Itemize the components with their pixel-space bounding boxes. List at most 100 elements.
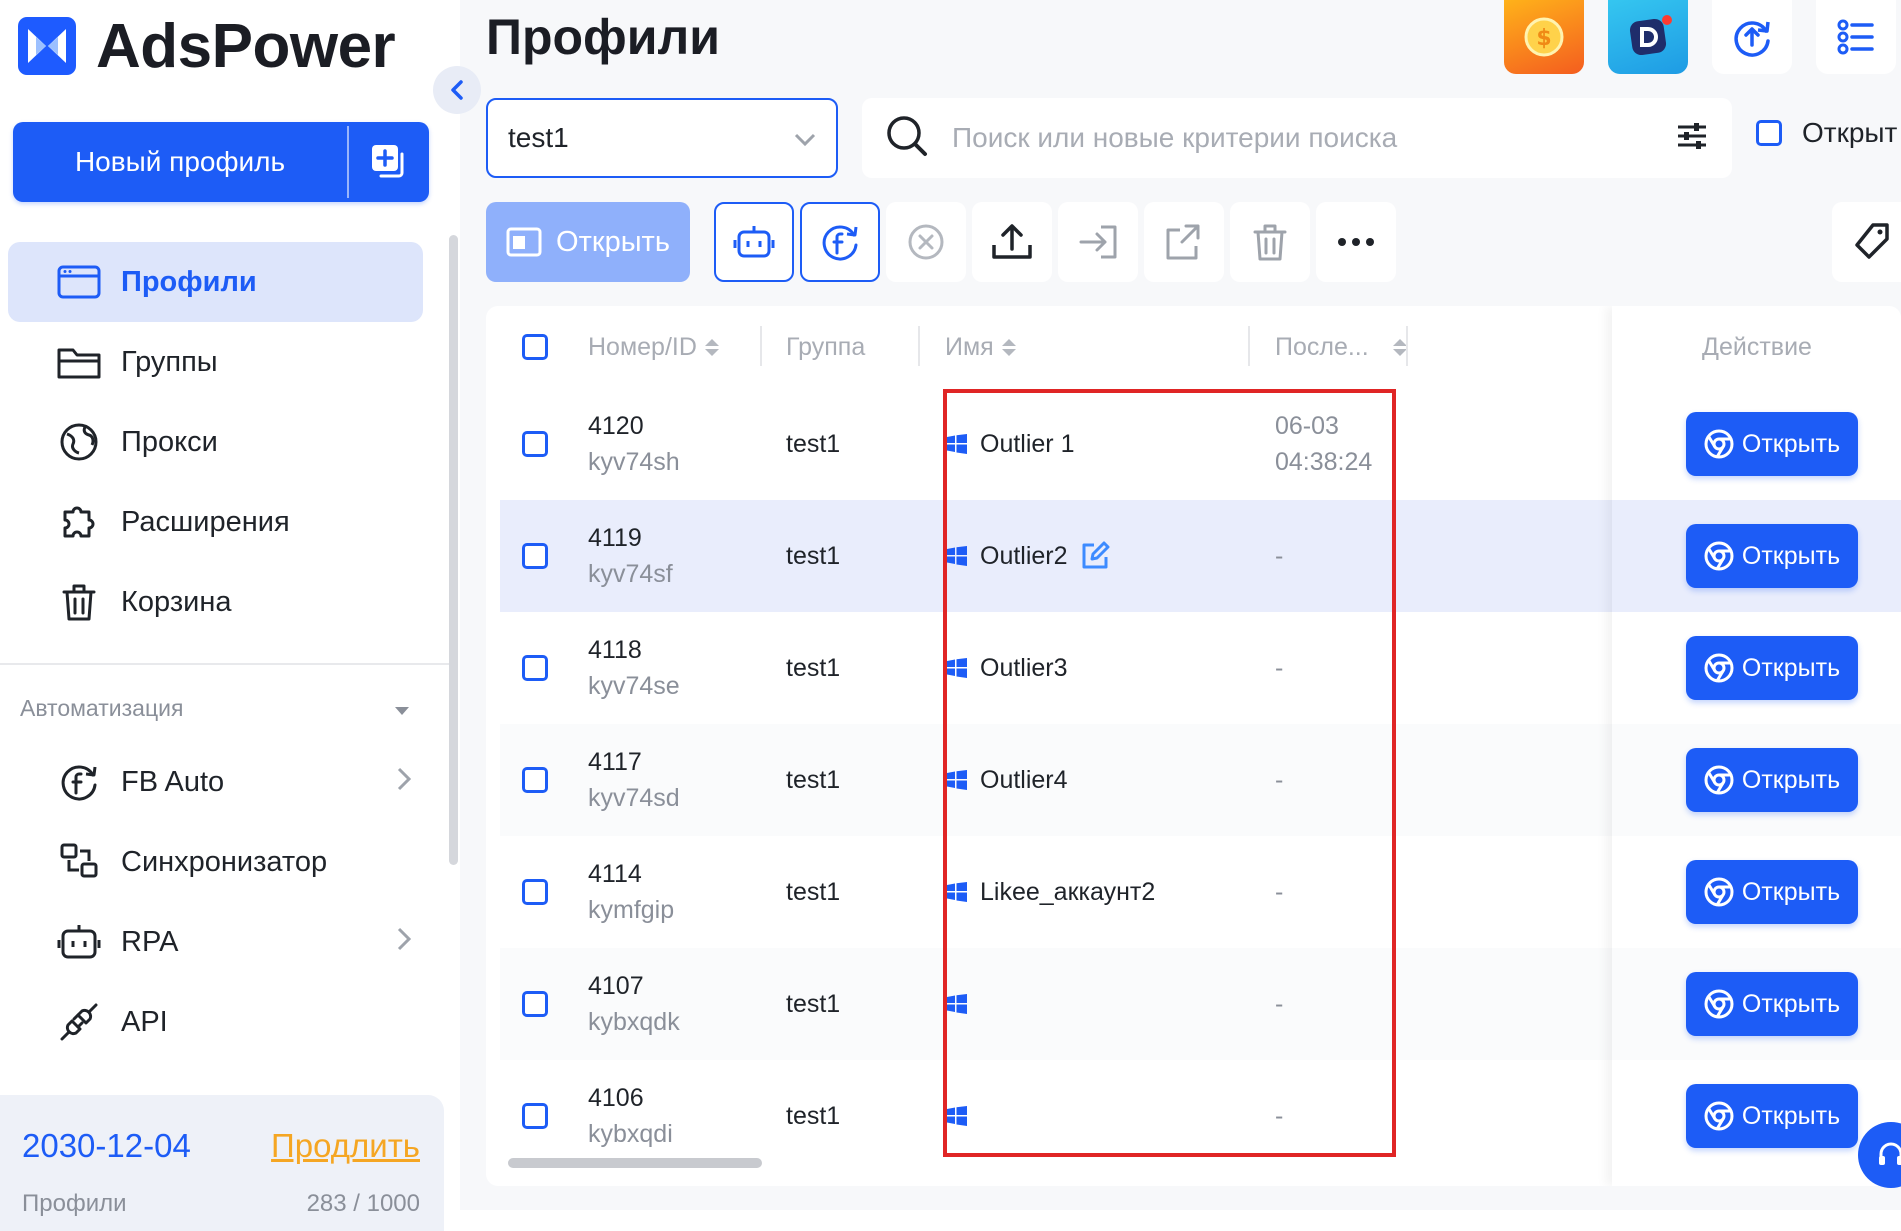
nav-divider xyxy=(0,663,450,665)
column-separator xyxy=(1406,326,1408,366)
profile-name[interactable]: Likee_аккаунт2 xyxy=(980,878,1155,907)
horizontal-scrollbar[interactable] xyxy=(508,1158,762,1168)
checkbox-box[interactable] xyxy=(522,543,548,569)
row-checkbox[interactable] xyxy=(522,500,548,612)
profile-name[interactable]: Outlier 1 xyxy=(980,430,1074,459)
search-input[interactable]: Поиск или новые критерии поиска xyxy=(952,122,1676,154)
batch-add-icon[interactable] xyxy=(349,122,429,202)
column-header-number[interactable]: Номер/ID xyxy=(588,306,719,388)
row-checkbox[interactable] xyxy=(522,724,548,836)
renew-link[interactable]: Продлить xyxy=(271,1127,420,1165)
sidebar-item-synchronizer[interactable]: Синхронизатор xyxy=(8,822,423,902)
sidebar-item-api[interactable]: API xyxy=(8,982,423,1062)
last-opened-cell: - xyxy=(1275,724,1283,836)
open-profile-button[interactable]: Открыть xyxy=(1686,1084,1858,1148)
name-cell xyxy=(946,948,980,1060)
rpa-button[interactable] xyxy=(714,202,794,282)
main-nav: Профили Группы Прокси Расширения Корзина xyxy=(8,242,423,642)
fb-auto-button[interactable] xyxy=(800,202,880,282)
open-profile-button[interactable]: Открыть xyxy=(1686,636,1858,700)
row-checkbox[interactable] xyxy=(522,836,548,948)
close-browser-button[interactable] xyxy=(886,202,966,282)
opened-filter-checkbox[interactable]: Открыт xyxy=(1756,117,1897,149)
profile-number: 4118 xyxy=(588,636,642,664)
upload-icon xyxy=(992,224,1032,259)
sort-icon[interactable] xyxy=(1001,338,1016,356)
open-profile-button[interactable]: Открыть xyxy=(1686,860,1858,924)
sidebar-item-fb-auto[interactable]: FB Auto xyxy=(8,742,423,822)
number-id-cell: 4117 kyv74sd xyxy=(588,724,680,836)
row-checkbox[interactable] xyxy=(522,1060,548,1172)
task-list-button[interactable] xyxy=(1816,0,1896,74)
share-button[interactable] xyxy=(1144,202,1224,282)
tag-button[interactable] xyxy=(1832,202,1901,282)
profile-number: 4117 xyxy=(588,748,642,776)
checkbox-box[interactable] xyxy=(522,655,548,681)
edit-name-icon[interactable] xyxy=(1080,541,1110,571)
more-button[interactable] xyxy=(1316,202,1396,282)
search-box[interactable]: Поиск или новые критерии поиска xyxy=(862,98,1732,178)
column-header-last-opened[interactable]: После... xyxy=(1275,306,1407,388)
update-button[interactable] xyxy=(1712,0,1792,74)
chat-app-button[interactable] xyxy=(1608,0,1688,74)
coin-reward-button[interactable]: $ xyxy=(1504,0,1584,74)
profile-id: kyv74sf xyxy=(588,560,673,588)
profile-name[interactable]: Outlier3 xyxy=(980,654,1068,683)
open-profile-button[interactable]: Открыть xyxy=(1686,748,1858,812)
sidebar-item-trash[interactable]: Корзина xyxy=(8,562,423,642)
profiles-icon xyxy=(56,259,102,305)
bulk-open-button[interactable]: Открыть xyxy=(486,202,690,282)
sidebar-item-extensions[interactable]: Расширения xyxy=(8,482,423,562)
sort-icon[interactable] xyxy=(1392,338,1407,356)
group-select[interactable]: test1 xyxy=(486,98,838,178)
column-separator xyxy=(1248,326,1250,366)
checkbox-box[interactable] xyxy=(522,991,548,1017)
import-button[interactable] xyxy=(1058,202,1138,282)
automation-nav: FB Auto Синхронизатор RPA API xyxy=(8,742,423,1062)
app-logo[interactable]: AdsPower xyxy=(18,12,396,81)
delete-button[interactable] xyxy=(1230,202,1310,282)
chrome-icon xyxy=(1704,429,1734,459)
column-header-name[interactable]: Имя xyxy=(945,306,1016,388)
plan-card: 2030-12-04 Продлить Профили 283 / 1000 xyxy=(0,1095,444,1231)
row-checkbox[interactable] xyxy=(522,388,548,500)
sidebar-item-proxies[interactable]: Прокси xyxy=(8,402,423,482)
sidebar-scrollbar[interactable] xyxy=(449,235,458,865)
upload-button[interactable] xyxy=(972,202,1052,282)
row-checkbox[interactable] xyxy=(522,948,548,1060)
list-icon xyxy=(1837,19,1874,55)
column-label: После... xyxy=(1275,332,1369,361)
row-checkbox[interactable] xyxy=(522,612,548,724)
checkbox-box[interactable] xyxy=(522,431,548,457)
filter-sliders-icon[interactable] xyxy=(1676,122,1708,155)
windows-icon xyxy=(946,1105,968,1127)
collapse-sidebar-button[interactable] xyxy=(433,66,481,114)
select-all-checkbox[interactable] xyxy=(522,306,548,388)
open-profile-button[interactable]: Открыть xyxy=(1686,524,1858,588)
windows-icon xyxy=(946,545,968,567)
open-profile-button[interactable]: Открыть xyxy=(1686,972,1858,1036)
checkbox-box[interactable] xyxy=(522,1103,548,1129)
sidebar-item-profiles[interactable]: Профили xyxy=(8,242,423,322)
column-label: Номер/ID xyxy=(588,332,697,361)
new-profile-button[interactable]: Новый профиль xyxy=(13,122,429,202)
open-profile-button[interactable]: Открыть xyxy=(1686,412,1858,476)
adspower-logo-icon xyxy=(18,17,76,75)
column-label: Группа xyxy=(786,332,866,361)
new-profile-label[interactable]: Новый профиль xyxy=(13,122,347,202)
name-cell: Outlier 1 xyxy=(946,388,1074,500)
checkbox-box[interactable] xyxy=(522,334,548,360)
sort-icon[interactable] xyxy=(704,338,719,356)
last-opened-cell: 06-03 04:38:24 xyxy=(1275,388,1372,500)
sidebar-item-rpa[interactable]: RPA xyxy=(8,902,423,982)
sidebar-item-groups[interactable]: Группы xyxy=(8,322,423,402)
checkbox-box[interactable] xyxy=(522,767,548,793)
name-cell: Likee_аккаунт2 xyxy=(946,836,1155,948)
profile-name[interactable]: Outlier4 xyxy=(980,766,1068,795)
chevron-right-icon xyxy=(397,926,412,959)
profile-name[interactable]: Outlier2 xyxy=(980,542,1068,571)
checkbox-box[interactable] xyxy=(522,879,548,905)
checkbox-box[interactable] xyxy=(1756,120,1782,146)
profile-id: kybxqdi xyxy=(588,1120,673,1148)
automation-section-header[interactable]: Автоматизация xyxy=(20,695,410,722)
